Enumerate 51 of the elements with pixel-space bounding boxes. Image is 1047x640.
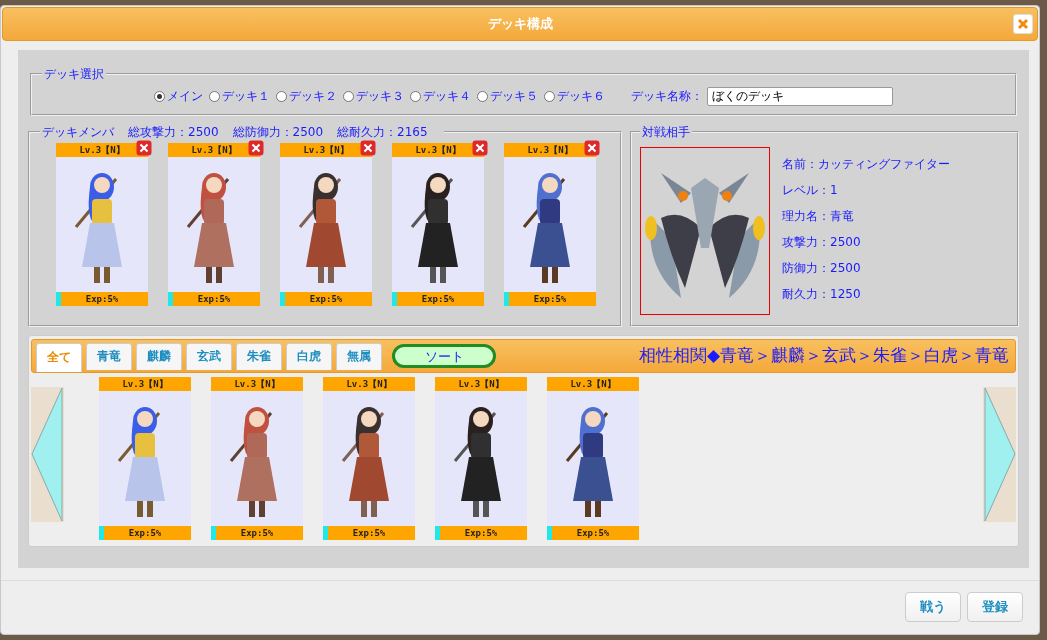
- filter-tab[interactable]: 玄武: [186, 342, 232, 370]
- exp-text: Exp:5%: [463, 526, 499, 540]
- card-rank: Lv.3【N】: [547, 376, 639, 391]
- legend: 対戦相手: [640, 123, 692, 141]
- exp-text: Exp:5%: [127, 526, 163, 540]
- affinity-text: 相性相関◆青竜＞麒麟＞玄武＞朱雀＞白虎＞青竜: [638, 344, 1009, 368]
- deck-radio[interactable]: デッキ２: [276, 87, 337, 105]
- exp-text: Exp:5%: [575, 526, 611, 540]
- action-button[interactable]: 登録: [967, 592, 1023, 623]
- opponent-stat: 攻撃力：2500: [782, 234, 862, 250]
- deck-name-field[interactable]: ぼくのデッキ: [707, 86, 893, 106]
- close-button[interactable]: [1013, 14, 1033, 34]
- filter-tab[interactable]: 朱雀: [236, 342, 282, 370]
- deck-radio[interactable]: メイン: [154, 87, 203, 105]
- legend: デッキメンバ: [42, 124, 114, 139]
- deck-radio[interactable]: デッキ３: [343, 87, 404, 105]
- opponent-stat: 理力名：青竜: [782, 208, 855, 224]
- legend: デッキ選択: [42, 65, 106, 83]
- exp-text: Exp:5%: [351, 526, 387, 540]
- left-arrow-icon: [31, 386, 64, 522]
- filter-tab[interactable]: 無属: [336, 342, 382, 370]
- filter-tab[interactable]: 青竜: [86, 342, 132, 370]
- deck-radio[interactable]: デッキ６: [544, 87, 605, 105]
- exp-text: Exp:5%: [532, 292, 568, 306]
- card-rank: Lv.3【N】: [99, 376, 191, 391]
- exp-text: Exp:5%: [84, 292, 120, 306]
- total-stat: 総攻撃力：2500: [128, 124, 219, 139]
- filter-tab[interactable]: 白虎: [286, 342, 332, 370]
- window-title: デッキ構成: [487, 14, 553, 33]
- opponent-stat: 耐久力：1250: [782, 286, 862, 302]
- exp-text: Exp:5%: [196, 292, 232, 306]
- sort-button[interactable]: ソート: [392, 343, 496, 368]
- deck-radio[interactable]: デッキ４: [410, 87, 471, 105]
- total-stat: 総防御力：2500: [232, 124, 324, 139]
- action-button[interactable]: 戦う: [905, 592, 961, 623]
- opponent-stat: レベル：1: [782, 182, 839, 198]
- card-rank: Lv.3【N】: [435, 376, 527, 391]
- deck-radio[interactable]: デッキ５: [477, 87, 538, 105]
- filter-tab[interactable]: 麒麟: [136, 342, 182, 370]
- close-icon: [1017, 18, 1029, 30]
- right-arrow-icon: [983, 386, 1016, 522]
- opponent-stat: 名前：カッティングファイター: [782, 156, 950, 172]
- deck-radio[interactable]: デッキ１: [209, 87, 270, 105]
- total-stat: 総耐久力：2165: [337, 124, 428, 139]
- card-rank: Lv.3【N】: [211, 376, 303, 391]
- exp-text: Exp:5%: [420, 292, 456, 306]
- exp-text: Exp:5%: [239, 526, 275, 540]
- exp-text: Exp:5%: [308, 292, 344, 306]
- card-rank: Lv.3【N】: [323, 376, 415, 391]
- field-label: デッキ名称：: [631, 87, 703, 105]
- opponent-stat: 防御力：2500: [782, 260, 862, 276]
